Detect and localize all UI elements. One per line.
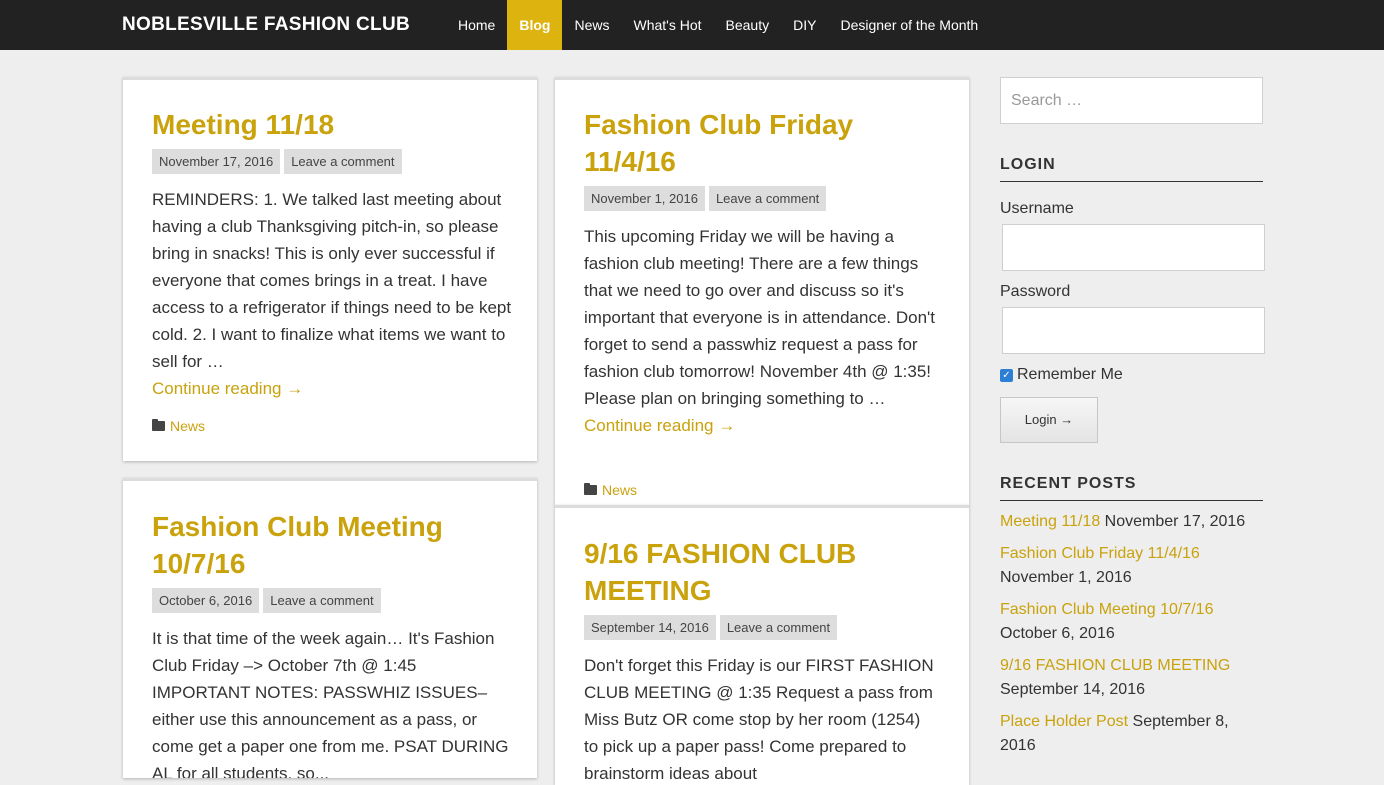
leave-comment-link[interactable]: Leave a comment [263,588,381,613]
post-excerpt: Don't forget this Friday is our FIRST FA… [584,652,934,785]
continue-reading-link[interactable]: Continue reading → [152,375,512,402]
post-excerpt-text: REMINDERS: 1. We talked last meeting abo… [152,190,512,371]
post-title[interactable]: 9/16 FASHION CLUB MEETING [584,535,914,609]
search-input[interactable] [1000,77,1263,124]
recent-post-link[interactable]: 9/16 FASHION CLUB MEETING [1000,657,1230,674]
recent-post-link[interactable]: Fashion Club Friday 11/4/16 [1000,545,1200,562]
category-link[interactable]: News [170,418,205,434]
recent-post-link[interactable]: Fashion Club Meeting 10/7/16 [1000,601,1213,618]
post-excerpt-text: Don't forget this Friday is our FIRST FA… [584,656,934,783]
login-button[interactable]: Login → [1000,397,1098,443]
post-meta: September 14, 2016 Leave a comment [584,615,838,640]
nav-designer-of-the-month[interactable]: Designer of the Month [828,0,990,50]
post-card: Fashion Club Meeting 10/7/16 October 6, … [123,478,537,778]
recent-post-link[interactable]: Meeting 11/18 [1000,513,1100,530]
nav-diy[interactable]: DIY [781,0,828,50]
post-meta: October 6, 2016 Leave a comment [152,588,381,613]
main-nav: Home Blog News What's Hot Beauty DIY Des… [446,0,990,50]
recent-posts-list: Meeting 11/18 November 17, 2016 Fashion … [1000,510,1263,766]
post-excerpt: This upcoming Friday we will be having a… [584,223,944,439]
post-meta: November 1, 2016 Leave a comment [584,186,827,211]
list-item: Fashion Club Meeting 10/7/16 October 6, … [1000,598,1263,646]
post-meta: November 17, 2016 Leave a comment [152,149,402,174]
list-item: Fashion Club Friday 11/4/16 November 1, … [1000,542,1263,590]
nav-beauty[interactable]: Beauty [714,0,782,50]
post-date[interactable]: November 17, 2016 [152,149,281,174]
recent-post-date: November 1, 2016 [1000,569,1132,586]
continue-reading-link[interactable]: Continue reading → [584,412,944,439]
post-category: News [584,482,637,498]
post-card: 9/16 FASHION CLUB MEETING September 14, … [555,505,969,785]
recent-post-link[interactable]: Place Holder Post [1000,713,1128,730]
post-category: News [152,418,205,434]
post-title[interactable]: Fashion Club Friday 11/4/16 [584,106,884,180]
post-date[interactable]: September 14, 2016 [584,615,716,640]
site-title[interactable]: NOBLESVILLE FASHION CLUB [122,0,410,50]
username-label: Username [1000,200,1074,217]
nav-home[interactable]: Home [446,0,507,50]
recent-post-date: November 17, 2016 [1104,513,1246,530]
leave-comment-link[interactable]: Leave a comment [284,149,402,174]
leave-comment-link[interactable]: Leave a comment [708,186,827,211]
post-title[interactable]: Fashion Club Meeting 10/7/16 [152,508,472,582]
password-label: Password [1000,283,1071,300]
list-item: 9/16 FASHION CLUB MEETING September 14, … [1000,654,1263,702]
post-excerpt: It is that time of the week again… It's … [152,625,512,778]
nav-blog[interactable]: Blog [507,0,563,50]
top-navbar: NOBLESVILLE FASHION CLUB Home Blog News … [0,0,1384,50]
password-field[interactable] [1002,307,1265,354]
nav-news[interactable]: News [562,0,621,50]
nav-whats-hot[interactable]: What's Hot [621,0,713,50]
list-item: Place Holder Post September 8, 2016 [1000,710,1263,758]
recent-posts-title: RECENT POSTS [1000,475,1263,501]
remember-me-checkbox[interactable]: ✓ [1000,368,1013,382]
post-excerpt-text: This upcoming Friday we will be having a… [584,227,936,408]
recent-post-date: October 6, 2016 [1000,625,1115,642]
remember-me: ✓ Remember Me [1000,366,1123,384]
login-widget-title: LOGIN [1000,156,1263,182]
post-date[interactable]: October 6, 2016 [152,588,260,613]
post-excerpt-text: It is that time of the week again… It's … [152,629,509,778]
leave-comment-link[interactable]: Leave a comment [719,615,838,640]
list-item: Meeting 11/18 November 17, 2016 [1000,510,1263,534]
post-date[interactable]: November 1, 2016 [584,186,705,211]
category-link[interactable]: News [602,482,637,498]
post-card: Meeting 11/18 November 17, 2016 Leave a … [123,77,537,461]
post-card: Fashion Club Friday 11/4/16 November 1, … [555,77,969,505]
remember-me-label: Remember Me [1017,366,1123,383]
recent-post-date: September 14, 2016 [1000,681,1145,698]
folder-icon [152,419,165,431]
post-title[interactable]: Meeting 11/18 [152,106,512,143]
username-field[interactable] [1002,224,1265,271]
folder-icon [584,483,597,495]
post-excerpt: REMINDERS: 1. We talked last meeting abo… [152,186,512,402]
